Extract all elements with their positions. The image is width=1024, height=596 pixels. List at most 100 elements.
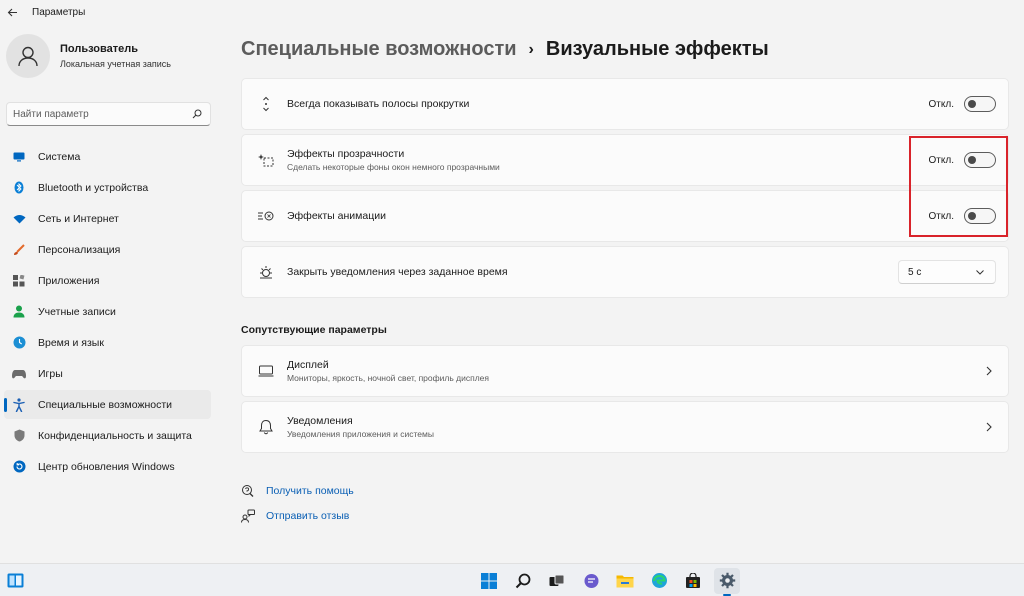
setting-notification-timeout: Закрыть уведомления через заданное время… <box>241 246 1009 298</box>
chevron-right-icon <box>982 420 996 434</box>
search-icon[interactable] <box>510 568 536 594</box>
chevron-down-icon <box>974 266 986 278</box>
highlight-annotation-box <box>909 136 1008 237</box>
edge-icon[interactable] <box>646 568 672 594</box>
taskbar-apps <box>476 564 748 596</box>
scrollbars-toggle-wrap: Откл. <box>929 96 996 112</box>
sidebar-item-windows-update[interactable]: Центр обновления Windows <box>4 452 211 481</box>
accessibility-icon <box>12 397 26 412</box>
display-icon <box>257 362 275 380</box>
avatar <box>6 34 50 78</box>
sidebar-nav: Система Bluetooth и устройства Сеть и Ин… <box>4 142 211 483</box>
file-explorer-icon[interactable] <box>612 568 638 594</box>
arrow-left-icon <box>7 8 17 16</box>
related-item-display[interactable]: Дисплей Мониторы, яркость, ночной свет, … <box>241 345 1009 397</box>
store-icon[interactable] <box>680 568 706 594</box>
setting-title: Всегда показывать полосы прокрутки <box>287 98 470 110</box>
title-bar: Параметры <box>0 0 1024 24</box>
sidebar-item-apps[interactable]: Приложения <box>4 266 211 295</box>
wifi-icon <box>12 212 26 226</box>
setting-scrollbars: Всегда показывать полосы прокрутки Откл. <box>241 78 1009 130</box>
setting-title: Закрыть уведомления через заданное время <box>287 266 508 278</box>
setting-transparency: Эффекты прозрачности Сделать некоторые ф… <box>241 134 1009 186</box>
search-icon[interactable] <box>190 107 204 121</box>
scrollbar-icon <box>257 95 275 113</box>
related-settings-heading: Сопутствующие параметры <box>241 324 387 336</box>
user-name: Пользователь <box>60 42 139 55</box>
user-profile[interactable]: Пользователь Локальная учетная запись <box>6 34 171 78</box>
person-icon <box>18 46 38 67</box>
gamepad-icon <box>12 367 26 381</box>
chat-icon[interactable] <box>578 568 604 594</box>
setting-description: Сделать некоторые фоны окон немного проз… <box>287 162 500 172</box>
get-help-link[interactable]: Получить помощь <box>241 478 354 503</box>
settings-icon[interactable] <box>714 567 740 596</box>
breadcrumb-parent[interactable]: Специальные возможности <box>241 38 517 61</box>
setting-description: Мониторы, яркость, ночной свет, профиль … <box>287 373 489 383</box>
send-feedback-label[interactable]: Отправить отзыв <box>266 510 349 522</box>
sidebar-item-gaming[interactable]: Игры <box>4 359 211 388</box>
sidebar-item-label: Конфиденциальность и защита <box>38 429 192 442</box>
account-type: Локальная учетная запись <box>60 58 171 69</box>
chevron-right-icon <box>982 364 996 378</box>
person-icon <box>12 305 26 319</box>
start-icon[interactable] <box>476 568 502 594</box>
brush-icon <box>12 243 26 257</box>
animation-icon <box>257 207 275 225</box>
sidebar-item-label: Сеть и Интернет <box>38 212 119 225</box>
toggle-knob <box>968 100 976 108</box>
notification-timeout-select[interactable]: 5 с <box>898 260 996 284</box>
get-help-label[interactable]: Получить помощь <box>266 485 354 497</box>
taskbar <box>0 563 1024 596</box>
setting-animation: Эффекты анимации Откл. <box>241 190 1009 242</box>
page-title: Визуальные эффекты <box>545 38 769 60</box>
setting-title: Дисплей <box>287 359 329 371</box>
sidebar-item-privacy[interactable]: Конфиденциальность и защита <box>4 421 211 450</box>
search-input[interactable] <box>13 108 183 120</box>
sidebar-item-label: Игры <box>38 367 63 380</box>
monitor-icon <box>12 150 26 164</box>
shield-icon <box>12 429 26 443</box>
bell-icon <box>257 418 275 436</box>
window-title: Параметры <box>32 6 86 18</box>
apps-icon <box>12 274 26 288</box>
feedback-icon <box>241 509 255 523</box>
sidebar-item-label: Время и язык <box>38 336 104 349</box>
search-box[interactable] <box>6 102 211 126</box>
setting-title: Эффекты прозрачности <box>287 148 405 160</box>
sidebar-item-label: Персонализация <box>38 243 121 256</box>
bluetooth-icon <box>12 181 26 195</box>
sidebar-item-label: Система <box>38 150 81 163</box>
setting-description: Уведомления приложения и системы <box>287 429 434 439</box>
sidebar-item-accessibility[interactable]: Специальные возможности <box>4 390 211 419</box>
sidebar-item-label: Учетные записи <box>38 305 116 318</box>
breadcrumb-separator: › <box>528 40 534 58</box>
sidebar-item-accounts[interactable]: Учетные записи <box>4 297 211 326</box>
scrollbars-toggle[interactable] <box>964 96 996 112</box>
back-button[interactable] <box>2 2 22 22</box>
sidebar-item-label: Bluetooth и устройства <box>38 181 149 194</box>
sidebar-item-bluetooth[interactable]: Bluetooth и устройства <box>4 173 211 202</box>
breadcrumb: Специальные возможности › Визуальные эфф… <box>241 38 769 61</box>
globe-clock-icon <box>12 336 26 350</box>
help-icon <box>241 484 255 498</box>
widgets-icon[interactable] <box>6 571 24 589</box>
select-value: 5 с <box>908 266 922 278</box>
sidebar-item-label: Специальные возможности <box>38 398 173 411</box>
update-icon <box>12 460 26 474</box>
sidebar-item-personalization[interactable]: Персонализация <box>4 235 211 264</box>
sidebar-item-time-language[interactable]: Время и язык <box>4 328 211 357</box>
sidebar-item-network[interactable]: Сеть и Интернет <box>4 204 211 233</box>
setting-title: Эффекты анимации <box>287 210 386 222</box>
sidebar-item-label: Приложения <box>38 274 100 287</box>
help-links: Получить помощь Отправить отзыв <box>241 478 354 528</box>
setting-title: Уведомления <box>287 415 353 427</box>
send-feedback-link[interactable]: Отправить отзыв <box>241 503 354 528</box>
toggle-state-label: Откл. <box>928 98 954 110</box>
sidebar-item-label: Центр обновления Windows <box>38 460 175 473</box>
transparency-icon <box>257 151 275 169</box>
sidebar-item-system[interactable]: Система <box>4 142 211 171</box>
task-view-icon[interactable] <box>544 568 570 594</box>
related-item-notifications[interactable]: Уведомления Уведомления приложения и сис… <box>241 401 1009 453</box>
sun-timer-icon <box>257 263 275 281</box>
